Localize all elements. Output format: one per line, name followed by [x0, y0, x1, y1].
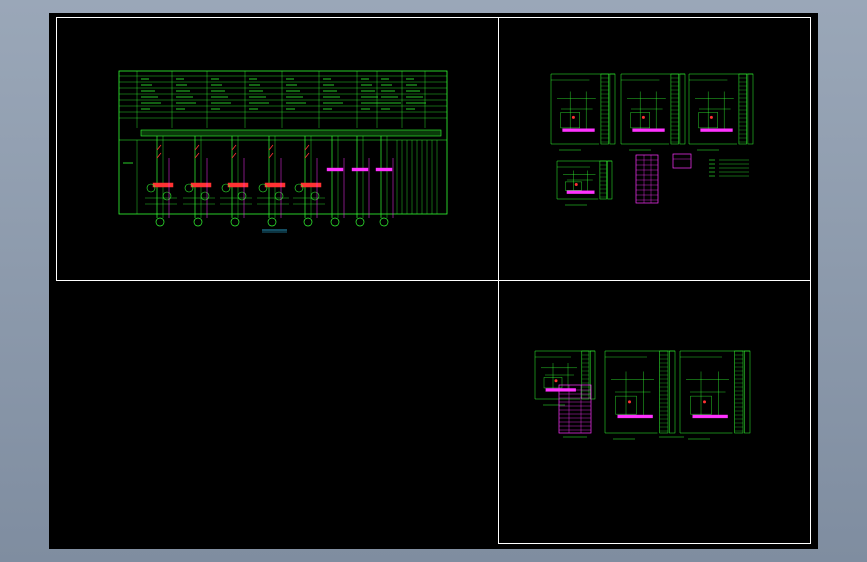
- feeder-terminal: [230, 217, 240, 227]
- feeder-terminal: [155, 217, 165, 227]
- main-schematic-drawing: [118, 70, 448, 233]
- feeder-terminal: [379, 217, 389, 227]
- magenta-table: [558, 384, 592, 434]
- breaker-mark: [264, 182, 286, 188]
- cad-model-space[interactable]: [49, 13, 818, 549]
- breaker-mark: [190, 182, 212, 188]
- viewport-top-right[interactable]: [498, 17, 811, 281]
- top-right-schematic-drawing: [550, 73, 754, 206]
- viewport-bottom-right[interactable]: [498, 280, 811, 544]
- breaker-mark: [300, 182, 322, 188]
- feeder-terminal: [330, 217, 340, 227]
- feeder-terminal: [267, 217, 277, 227]
- schematic-frame: [118, 70, 448, 215]
- feeder-terminal: [193, 217, 203, 227]
- feeder-terminal: [303, 217, 313, 227]
- feeder-terminal: [355, 217, 365, 227]
- breaker-mark: [227, 182, 249, 188]
- magenta-table: [635, 154, 659, 204]
- bottom-right-schematic-drawing: [534, 350, 751, 440]
- main-busbar: [140, 129, 442, 137]
- breaker-mark: [152, 182, 174, 188]
- viewport-main-schematic[interactable]: [56, 17, 499, 281]
